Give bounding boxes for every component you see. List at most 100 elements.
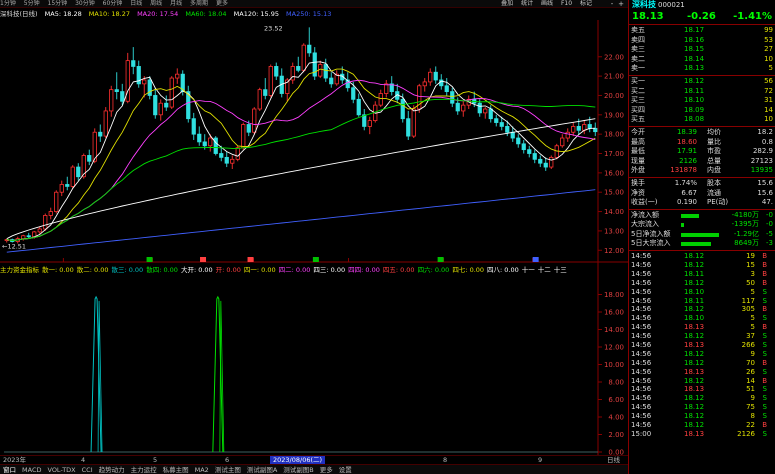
tick-volume: 15 [746, 260, 755, 269]
candle-body [384, 83, 389, 94]
candle-body [76, 166, 81, 178]
last-price: 18.13 [632, 11, 664, 22]
candle-body [301, 44, 306, 71]
tick-row: 14:56 18.12 8 S [629, 412, 775, 421]
flow-ratio: -0 [766, 220, 773, 229]
tick-time: 14:56 [631, 412, 652, 421]
stat-value: 282.9 [752, 147, 773, 156]
ask-row[interactable]: 卖五 18.17 99 [629, 26, 775, 36]
tick-side: S [762, 385, 767, 394]
divider [629, 176, 775, 178]
indicator-tab[interactable]: 设置 [336, 465, 355, 474]
candle-body [450, 91, 455, 104]
candle-body [505, 126, 510, 133]
tick-side: S [762, 287, 767, 296]
ask-row[interactable]: 卖四 18.16 53 [629, 36, 775, 46]
tick-side: S [762, 394, 767, 403]
book-volume: 72 [764, 86, 773, 95]
sub-y-tick-label: 4.00 [608, 414, 624, 422]
indicator-tab[interactable]: MA2 [192, 465, 212, 474]
tick-time: 14:56 [631, 305, 652, 314]
stat-label: 外盘 [631, 166, 645, 175]
book-volume: 10 [764, 54, 773, 63]
tick-side: S [762, 314, 767, 323]
indicator-tab[interactable]: 测试副图A [244, 465, 280, 474]
kline-chart[interactable]: 22.00 21.00 20.00 19.00 18.00 17.00 16.00 15.00… [0, 0, 628, 455]
stat-value: 18.2 [757, 127, 773, 136]
tick-time: 14:56 [631, 358, 652, 367]
ask-row[interactable]: 卖二 18.14 10 [629, 55, 775, 65]
indicator-value: 四七: 0.00 [452, 266, 485, 274]
tick-side: S [762, 367, 767, 376]
tick-side: S [762, 403, 767, 412]
stat-value: 47. [761, 198, 773, 207]
indicator-tab[interactable]: 趋势动力 [96, 465, 128, 474]
candle-body [70, 166, 75, 187]
stat-row: 最低 17.91 市盈 282.9 [629, 147, 775, 157]
flow-bar [681, 223, 684, 228]
tick-price: 18.12 [684, 403, 705, 412]
indicator-tab[interactable]: MACD [19, 465, 44, 474]
stat-label: 量比 [707, 137, 721, 146]
indicator-tab[interactable]: 私募主图 [160, 465, 192, 474]
candle-body [208, 137, 213, 147]
indicator-tab[interactable]: CCI [79, 465, 96, 474]
tick-row: 14:56 18.12 9 S [629, 350, 775, 359]
sub-y-tick-label: 16.00 [604, 309, 624, 317]
tick-time: 14:56 [631, 385, 652, 394]
divider [629, 250, 775, 252]
candle-body [103, 110, 108, 137]
tick-time: 14:56 [631, 403, 652, 412]
event-marker [312, 257, 319, 262]
book-volume: 10 [764, 115, 773, 124]
candle-body [538, 158, 543, 164]
indicator-tab[interactable]: VOL-TDX [44, 465, 78, 474]
candle-body [543, 162, 548, 168]
book-label: 买一 [631, 76, 645, 85]
indicator-value: 四四: 0.00 [348, 266, 380, 274]
tick-volume: 5 [750, 287, 755, 296]
bid-row[interactable]: 买五 18.08 10 [629, 115, 775, 125]
bid-row[interactable]: 买三 18.10 31 [629, 96, 775, 106]
candle-body [587, 124, 592, 129]
flow-row: 5日大宗流入 8649万 -3 [629, 239, 775, 249]
indicator-tab[interactable]: 窗口 [0, 465, 19, 474]
indicator-tab[interactable]: 测试主图 [212, 465, 244, 474]
candle-body [378, 93, 383, 106]
stat-label: 市盈 [707, 147, 721, 156]
sub-y-tick-label: 18.00 [604, 291, 624, 299]
ask-row[interactable]: 卖一 18.13 5 [629, 64, 775, 74]
bid-row[interactable]: 买二 18.11 72 [629, 87, 775, 97]
tick-price: 18.13 [684, 385, 705, 394]
indicator-tab[interactable]: 主力运控 [128, 465, 160, 474]
candle-body [153, 95, 158, 116]
candle-body [433, 71, 438, 81]
bid-row[interactable]: 买一 18.12 56 [629, 77, 775, 87]
candle-body [323, 64, 328, 79]
bid-row[interactable]: 买四 18.09 14 [629, 106, 775, 116]
tick-volume: 9 [750, 394, 755, 403]
stat-label: 现量 [631, 156, 645, 165]
tick-price: 18.12 [684, 332, 705, 341]
indicator-value: 四二: 0.00 [278, 266, 311, 274]
event-marker [437, 257, 444, 262]
candle-body [109, 89, 114, 112]
stat-value: 131878 [670, 166, 697, 175]
stat-value: 0.190 [676, 198, 697, 207]
ask-row[interactable]: 卖三 18.15 27 [629, 45, 775, 55]
tick-time: 14:56 [631, 252, 652, 261]
stat-value: 18.39 [676, 127, 697, 136]
tick-row: 14:56 18.10 5 S [629, 314, 775, 323]
stat-value: 0.8 [761, 137, 773, 146]
tick-price: 18.12 [684, 260, 705, 269]
indicator-tab[interactable]: 更多 [317, 465, 336, 474]
flow-ratio: -0 [766, 210, 773, 219]
tick-time: 14:56 [631, 367, 652, 376]
candle-body [499, 122, 504, 127]
tick-row: 15:00 18.13 2126 S [629, 430, 775, 439]
tick-time: 14:56 [631, 420, 652, 429]
indicator-tab[interactable]: 测试副图B [280, 465, 316, 474]
candle-body [593, 127, 598, 133]
tick-volume: 50 [746, 278, 755, 287]
stat-row: 现量 2126 总量 27123 [629, 157, 775, 167]
